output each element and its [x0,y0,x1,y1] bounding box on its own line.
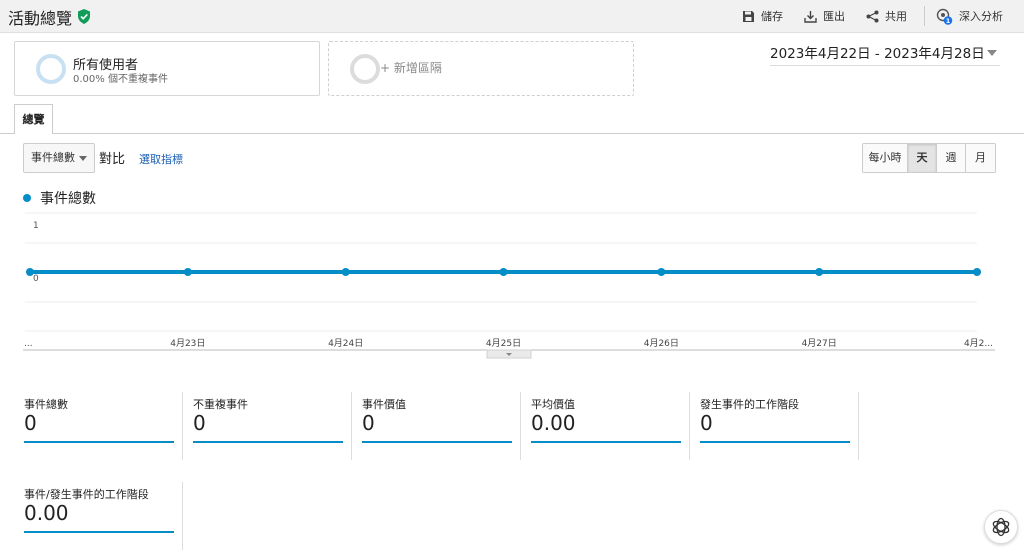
add-segment-label: + 新增區隔 [380,61,442,75]
y-tick-label: 1 [33,221,39,231]
granularity-month[interactable]: 月 [966,144,995,172]
granularity-week[interactable]: 週 [937,144,966,172]
tab-divider [0,133,1024,134]
metric-value: 0.00 [24,501,69,525]
granularity-hourly[interactable]: 每小時 [863,144,908,172]
export-icon [804,10,817,23]
data-point [26,268,34,276]
page-title: 活動總覽 [8,9,73,28]
x-tick-label: 4月27日 [802,338,837,349]
share-button[interactable]: 共用 [866,7,907,25]
sparkline [24,441,174,443]
sparkline [193,441,343,443]
metrics-row: 事件總數 0 不重複事件 0 事件價值 0 平均價值 0.00 發生事件的工作階… [14,392,874,466]
export-label: 匯出 [823,10,845,23]
save-icon [743,10,754,22]
y-tick-label: 0 [33,274,39,284]
metric-avg-value: 平均價值 0.00 [521,392,690,466]
sparkline [700,441,850,443]
chevron-down-icon [987,50,997,56]
metric-select[interactable]: 事件總數 [23,143,95,173]
metrics-row-2: 事件/發生事件的工作階段 0.00 [14,482,874,556]
metric-select-value: 事件總數 [31,151,75,164]
metric-unique-events: 不重複事件 0 [183,392,352,466]
metric-divider [182,482,183,550]
metric-value: 0 [193,411,206,435]
granularity-toggle: 每小時 天 週 月 [862,143,996,173]
metric-value: 0 [700,411,713,435]
add-segment-card[interactable]: + 新增區隔 [328,41,634,96]
segment-ring-icon [36,54,66,84]
save-button[interactable]: 儲存 [742,7,783,25]
data-point [973,268,981,276]
x-tick-label: 4月2... [964,338,993,349]
toolbar-divider [924,6,925,26]
data-point [815,268,824,276]
metric-value: 0 [24,411,37,435]
insights-label: 深入分析 [959,10,1003,23]
segment-all-users[interactable]: 所有使用者 0.00% 個不重複事件 [14,41,320,96]
insights-icon: 1 [936,8,953,25]
x-tick-label: 4月24日 [328,338,363,349]
compare-label: 對比 [99,152,126,167]
metric-divider [858,392,859,460]
data-point [183,268,192,276]
top-bar: 活動總覽 儲存 匯出 共用 1 深入分析 [0,0,1024,33]
metric-label: 事件/發生事件的工作階段 [24,488,149,501]
metric-sessions-with-event: 發生事件的工作階段 0 [690,392,859,466]
share-label: 共用 [885,10,907,23]
segment-subtitle: 0.00% 個不重複事件 [73,74,168,85]
x-tick-label: 4月26日 [644,338,679,349]
insights-button[interactable]: 1 深入分析 [936,7,1003,25]
date-range-picker[interactable]: 2023年4月22日 - 2023年4月28日 [770,42,1000,66]
metric-total-events: 事件總數 0 [14,392,183,466]
metric-label: 不重複事件 [193,398,248,411]
metric-value: 0.00 [531,411,576,435]
export-button[interactable]: 匯出 [804,7,845,25]
empty-segment-ring-icon [350,54,380,84]
ai-assistant-button[interactable] [984,510,1018,544]
date-range-text: 2023年4月22日 - 2023年4月28日 [770,46,985,62]
data-point [657,268,666,276]
tab-overview[interactable]: 總覽 [14,104,53,134]
ai-assistant-icon [992,517,1010,537]
x-tick-label: 4月25日 [486,338,521,349]
x-tick-label: ... [24,339,33,349]
metric-label: 平均價值 [531,398,575,411]
verified-shield-icon [78,9,90,24]
data-point [341,268,350,276]
share-icon [866,10,879,22]
metric-value: 0 [362,411,375,435]
legend-dot [23,194,31,202]
data-point [499,268,508,276]
metric-events-per-session: 事件/發生事件的工作階段 0.00 [14,482,183,556]
pick-metric-link[interactable]: 選取指標 [139,151,183,167]
save-label: 儲存 [761,10,783,23]
metric-event-value: 事件價值 0 [352,392,521,466]
metric-label: 發生事件的工作階段 [700,398,799,411]
sparkline [531,441,681,443]
sparkline [24,531,174,533]
granularity-day[interactable]: 天 [908,144,937,172]
metric-label: 事件價值 [362,398,406,411]
chevron-down-icon [79,156,87,161]
metric-label: 事件總數 [24,398,68,411]
insights-badge: 1 [946,17,951,25]
x-tick-label: 4月23日 [170,338,205,349]
sparkline [362,441,512,443]
line-chart: 1 0... 4月23日 4月24日 4月25日 4月26日 4月27日 4月2... [23,212,995,359]
